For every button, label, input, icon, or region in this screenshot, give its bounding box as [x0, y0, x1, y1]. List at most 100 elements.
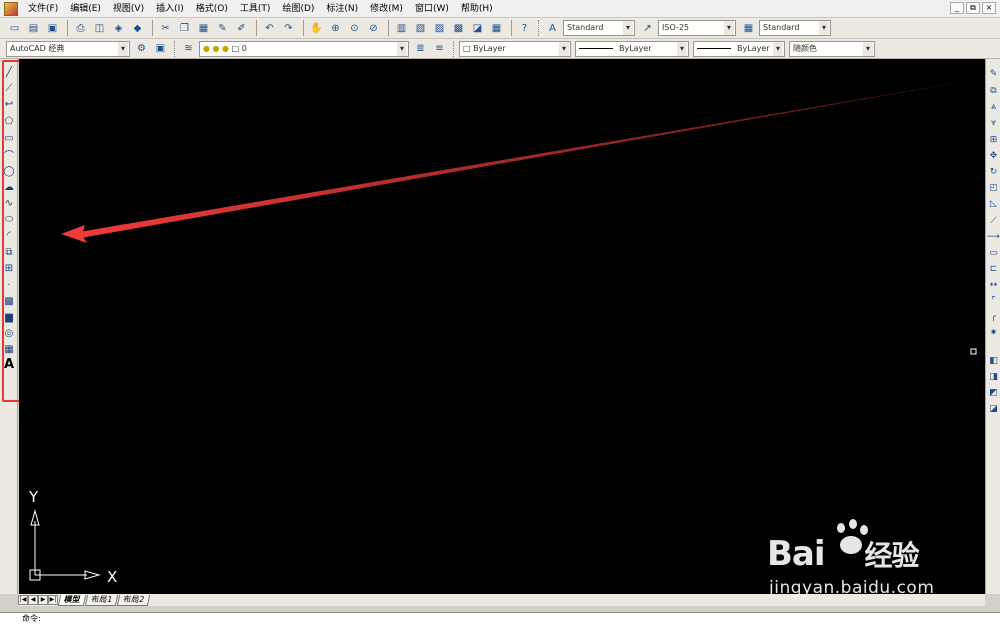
plot-preview-icon[interactable]: ◫	[91, 20, 108, 37]
extend-icon[interactable]: ⟶	[987, 230, 1000, 243]
restore-button[interactable]: ⧉	[966, 2, 980, 14]
plot-style-select[interactable]: 随颜色	[789, 40, 875, 57]
layer-select[interactable]: ● ● ● □ 0	[199, 40, 409, 57]
block-editor-icon[interactable]: ✐	[233, 20, 250, 37]
menu-tools[interactable]: 工具(T)	[234, 0, 277, 18]
offset-icon[interactable]: ⩔	[987, 116, 1000, 129]
tab-first-button[interactable]: |◀	[18, 595, 28, 605]
tool-palettes-icon[interactable]: ▨	[431, 20, 448, 37]
separator	[388, 20, 389, 36]
cut-icon[interactable]: ✂	[157, 20, 174, 37]
pan-icon[interactable]: ✋	[308, 20, 325, 37]
color-swatch: □	[463, 43, 474, 53]
layer-name: 0	[241, 43, 247, 53]
sheet-set-icon[interactable]: ▩	[450, 20, 467, 37]
menu-insert[interactable]: 插入(I)	[150, 0, 190, 18]
markup-icon[interactable]: ◪	[469, 20, 486, 37]
menubar: 文件(F) 编辑(E) 视图(V) 插入(I) 格式(O) 工具(T) 绘图(D…	[0, 0, 1000, 18]
menu-edit[interactable]: 编辑(E)	[64, 0, 107, 18]
break-icon[interactable]: ⊏	[987, 262, 1000, 275]
menu-dimension[interactable]: 标注(N)	[320, 0, 364, 18]
publish-icon[interactable]: ◈	[110, 20, 127, 37]
tab-prev-button[interactable]: ◀	[28, 595, 38, 605]
design-center-icon[interactable]: ▧	[412, 20, 429, 37]
array-icon[interactable]: ⊞	[987, 133, 1000, 146]
menu-file[interactable]: 文件(F)	[22, 0, 64, 18]
toolbar-grip[interactable]	[538, 20, 541, 36]
calculator-icon[interactable]: ▦	[488, 20, 505, 37]
rotate-icon[interactable]: ↻	[987, 165, 1000, 178]
save-icon[interactable]: ▣	[44, 20, 61, 37]
text-style-select[interactable]: Standard	[563, 20, 635, 36]
drawing-canvas[interactable]: X Y	[19, 59, 985, 594]
zoom-realtime-icon[interactable]: ⊕	[327, 20, 344, 37]
menu-help[interactable]: 帮助(H)	[455, 0, 499, 18]
trim-icon[interactable]: ⟋	[987, 214, 1000, 227]
tab-layout2[interactable]: 布局2	[116, 594, 151, 606]
tab-layout1[interactable]: 布局1	[84, 594, 119, 606]
menu-modify[interactable]: 修改(M)	[364, 0, 409, 18]
zoom-previous-icon[interactable]: ⊘	[365, 20, 382, 37]
dim-style-select[interactable]: ISO-25	[658, 20, 736, 36]
paste-icon[interactable]: ▦	[195, 20, 212, 37]
workspace-settings-icon[interactable]: ⚙	[133, 40, 150, 57]
scale-icon[interactable]: ◰	[987, 181, 1000, 194]
layer-previous-icon[interactable]: ≡	[431, 40, 448, 57]
copy-icon[interactable]: ❐	[176, 20, 193, 37]
workspace-select[interactable]: AutoCAD 经典	[6, 40, 130, 57]
tab-model[interactable]: 模型	[57, 594, 87, 606]
break-at-point-icon[interactable]: ▭	[987, 246, 1000, 259]
help-icon[interactable]: ?	[516, 20, 533, 37]
command-line[interactable]: 命令:	[0, 612, 1000, 624]
tab-next-button[interactable]: ▶	[38, 595, 48, 605]
print-icon[interactable]: ⎙	[72, 20, 89, 37]
linetype-select[interactable]: ByLayer	[575, 40, 689, 57]
table-style-select[interactable]: Standard	[759, 20, 831, 36]
standard-toolbar: ▭ ▤ ▣ ⎙ ◫ ◈ ◆ ✂ ❐ ▦ ✎ ✐ ↶ ↷ ✋ ⊕ ⊙ ⊘ ▥ ▧ …	[0, 18, 1000, 39]
table-style-icon[interactable]: ▦	[740, 20, 757, 37]
fillet-icon[interactable]: ╭	[987, 310, 1000, 323]
toolbar-grip[interactable]	[174, 40, 177, 57]
layer-state-icons: ● ● ●	[203, 43, 232, 53]
my-workspace-icon[interactable]: ▣	[152, 40, 169, 57]
redo-icon[interactable]: ↷	[280, 20, 297, 37]
copy-icon[interactable]: ⧉	[987, 84, 1000, 97]
separator	[256, 20, 257, 36]
chamfer-icon[interactable]: ⌜	[987, 294, 1000, 307]
window-controls: _ ⧉ ×	[950, 2, 996, 14]
new-icon[interactable]: ▭	[6, 20, 23, 37]
bring-above-icon[interactable]: ◩	[987, 386, 1000, 399]
match-properties-icon[interactable]: ✎	[214, 20, 231, 37]
send-to-back-icon[interactable]: ◨	[987, 370, 1000, 383]
undo-icon[interactable]: ↶	[261, 20, 278, 37]
toolbar-grip[interactable]	[453, 40, 456, 57]
move-icon[interactable]: ✥	[987, 149, 1000, 162]
menu-format[interactable]: 格式(O)	[190, 0, 234, 18]
separator	[152, 20, 153, 36]
text-style-icon[interactable]: A	[544, 20, 561, 37]
make-layer-current-icon[interactable]: ≣	[412, 40, 429, 57]
dim-style-icon[interactable]: ↗	[639, 20, 656, 37]
join-icon[interactable]: ↔	[987, 278, 1000, 291]
app-icon[interactable]	[4, 1, 18, 16]
send-under-icon[interactable]: ◪	[987, 402, 1000, 415]
lineweight-select[interactable]: ByLayer	[693, 40, 785, 57]
zoom-window-icon[interactable]: ⊙	[346, 20, 363, 37]
layer-manager-icon[interactable]: ≋	[180, 40, 197, 57]
stretch-icon[interactable]: ◺	[987, 197, 1000, 210]
open-icon[interactable]: ▤	[25, 20, 42, 37]
menu-draw[interactable]: 绘图(D)	[276, 0, 320, 18]
properties-icon[interactable]: ▥	[393, 20, 410, 37]
close-button[interactable]: ×	[982, 2, 996, 14]
mirror-icon[interactable]: ⩓	[987, 100, 1000, 113]
explode-icon[interactable]: ✷	[987, 326, 1000, 339]
menu-window[interactable]: 窗口(W)	[409, 0, 455, 18]
separator	[511, 20, 512, 36]
minimize-button[interactable]: _	[950, 2, 964, 14]
color-select[interactable]: □ ByLayer	[459, 40, 571, 57]
erase-icon[interactable]: ✎	[987, 67, 1000, 80]
menu-view[interactable]: 视图(V)	[107, 0, 150, 18]
3d-dwf-icon[interactable]: ◆	[129, 20, 146, 37]
bring-to-front-icon[interactable]: ◧	[987, 354, 1000, 367]
tab-last-button[interactable]: ▶|	[48, 595, 58, 605]
